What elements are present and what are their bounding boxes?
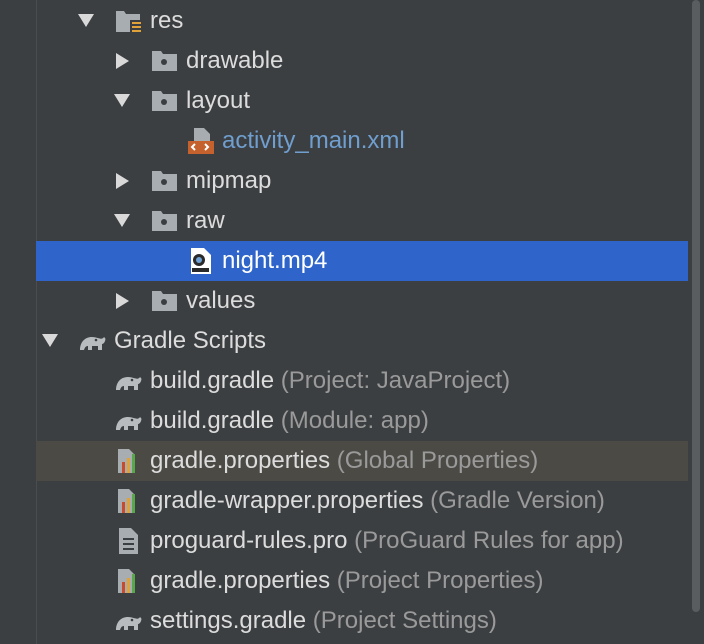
tree-node-label: gradle.properties (Global Properties) <box>150 447 539 474</box>
collapse-arrow-icon[interactable] <box>114 94 130 107</box>
expand-arrow-icon[interactable] <box>116 53 129 69</box>
tree-node-drawable[interactable]: drawable <box>0 41 688 81</box>
collapse-arrow-icon[interactable] <box>114 214 130 227</box>
tree-node-label: settings.gradle (Project Settings) <box>150 607 497 634</box>
tree-node-label: night.mp4 <box>222 247 328 274</box>
tree-node-hint: (ProGuard Rules for app) <box>354 527 624 554</box>
tree-node-label: res <box>150 7 184 34</box>
tree-node-label: Gradle Scripts <box>114 327 267 354</box>
tree-node-night-mp4[interactable]: night.mp4 <box>36 241 688 281</box>
folder-icon <box>150 46 180 76</box>
tree-node-gradle-properties-global[interactable]: gradle.properties (Global Properties) <box>36 441 688 481</box>
tree-node-hint: (Project: JavaProject) <box>280 367 511 394</box>
folder-icon <box>150 286 180 316</box>
expand-arrow-icon[interactable] <box>116 173 129 189</box>
properties-file-icon <box>114 566 144 596</box>
collapse-arrow-icon[interactable] <box>42 334 58 347</box>
tree-node-hint: (Gradle Version) <box>430 487 605 514</box>
collapse-arrow-icon[interactable] <box>78 14 94 27</box>
tree-node-label: drawable <box>186 47 284 74</box>
tree-node-label: raw <box>186 207 225 234</box>
gradle-elephant-icon <box>112 606 142 636</box>
tree-node-label: activity_main.xml <box>222 127 405 154</box>
properties-file-icon <box>114 486 144 516</box>
gradle-elephant-icon <box>76 326 106 356</box>
tree-node-gradle-properties-project[interactable]: gradle.properties (Project Properties) <box>0 561 688 601</box>
tree-node-mipmap[interactable]: mipmap <box>0 161 688 201</box>
tree-node-hint: (Module: app) <box>280 407 429 434</box>
tree-node-label: proguard-rules.pro (ProGuard Rules for a… <box>150 527 624 554</box>
properties-file-icon <box>114 446 144 476</box>
xml-file-icon <box>186 126 216 156</box>
tree-node-layout[interactable]: layout <box>0 81 688 121</box>
tree-node-hint: (Project Settings) <box>312 607 497 634</box>
tree-node-settings-gradle[interactable]: settings.gradle (Project Settings) <box>0 601 688 641</box>
tree-node-hint: (Project Properties) <box>336 567 544 594</box>
tree-node-label: gradle-wrapper.properties (Gradle Versio… <box>150 487 605 514</box>
tree-node-build-gradle-module[interactable]: build.gradle (Module: app) <box>0 401 688 441</box>
tree-node-label: gradle.properties (Project Properties) <box>150 567 544 594</box>
project-tree-panel: res drawable layout activity_main.xml mi… <box>0 0 704 644</box>
gradle-elephant-icon <box>112 406 142 436</box>
vertical-scrollbar[interactable] <box>692 0 700 612</box>
tree-node-values[interactable]: values <box>0 281 688 321</box>
folder-icon <box>150 166 180 196</box>
expand-arrow-icon[interactable] <box>116 293 129 309</box>
tree-node-label: mipmap <box>186 167 272 194</box>
gradle-elephant-icon <box>112 366 142 396</box>
tree-node-raw[interactable]: raw <box>0 201 688 241</box>
tree-node-label: values <box>186 287 256 314</box>
tree-node-build-gradle-project[interactable]: build.gradle (Project: JavaProject) <box>0 361 688 401</box>
tree-node-hint: (Global Properties) <box>336 447 539 474</box>
tree-node-label: layout <box>186 87 251 114</box>
text-file-icon <box>114 526 144 556</box>
tree-node-label: build.gradle (Module: app) <box>150 407 429 434</box>
folder-icon <box>150 206 180 236</box>
video-file-icon <box>186 246 216 276</box>
tree-node-activity-main-xml[interactable]: activity_main.xml <box>0 121 688 161</box>
tree-node-gradle-scripts[interactable]: Gradle Scripts <box>0 321 688 361</box>
tree-node-proguard-rules[interactable]: proguard-rules.pro (ProGuard Rules for a… <box>0 521 688 561</box>
tree-node-gradle-wrapper-properties[interactable]: gradle-wrapper.properties (Gradle Versio… <box>0 481 688 521</box>
tree-node-res[interactable]: res <box>0 1 688 41</box>
resource-folder-icon <box>114 6 144 36</box>
tree-node-label: build.gradle (Project: JavaProject) <box>150 367 511 394</box>
folder-icon <box>150 86 180 116</box>
